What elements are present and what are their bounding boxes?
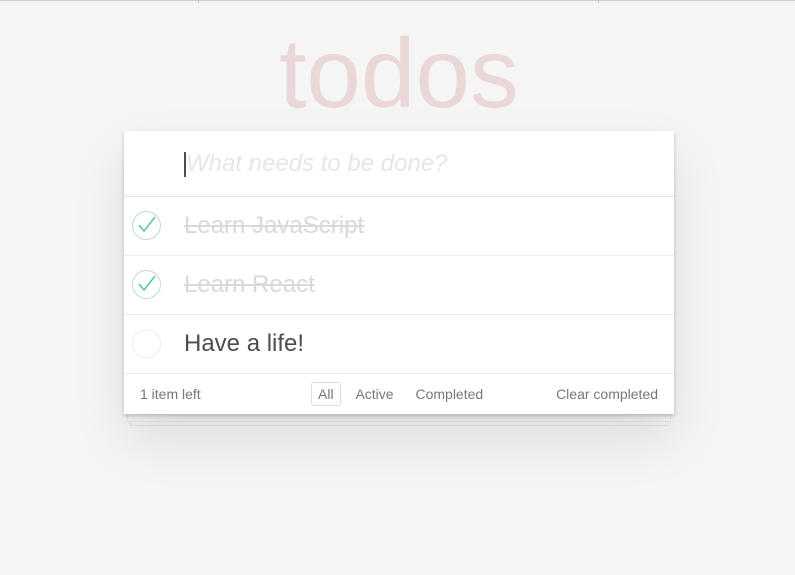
- browser-top-edge: [0, 0, 795, 3]
- todo-footer: 1 item left All Active Completed Clear c…: [124, 374, 674, 414]
- app-title: todos: [279, 18, 519, 128]
- clear-completed-button[interactable]: Clear completed: [556, 374, 658, 414]
- todo-label[interactable]: Learn React: [184, 256, 315, 314]
- filter-active[interactable]: Active: [348, 382, 400, 406]
- top-edge-tick: [198, 0, 199, 3]
- new-todo-row: [124, 131, 674, 197]
- todo-label[interactable]: Have a life!: [184, 315, 304, 373]
- filter-all[interactable]: All: [311, 382, 341, 406]
- todo-item: Have a life!: [124, 315, 674, 374]
- todo-label[interactable]: Learn JavaScript: [184, 197, 364, 255]
- todo-toggle[interactable]: [132, 270, 161, 299]
- new-todo-input[interactable]: [184, 131, 664, 196]
- text-caret: [184, 152, 186, 177]
- check-icon: [138, 275, 156, 292]
- todo-item: Learn React: [124, 256, 674, 315]
- top-edge-tick: [598, 0, 599, 3]
- todo-item: Learn JavaScript: [124, 197, 674, 256]
- todo-list: Learn JavaScript Learn React Have a life…: [124, 197, 674, 374]
- items-left-count: 1 item left: [140, 386, 201, 402]
- todo-toggle[interactable]: [132, 211, 161, 240]
- filter-completed[interactable]: Completed: [408, 382, 490, 406]
- check-icon: [138, 216, 156, 233]
- todo-app: Learn JavaScript Learn React Have a life…: [124, 131, 674, 414]
- filter-tabs: All Active Completed: [309, 382, 492, 406]
- todo-toggle[interactable]: [132, 329, 161, 358]
